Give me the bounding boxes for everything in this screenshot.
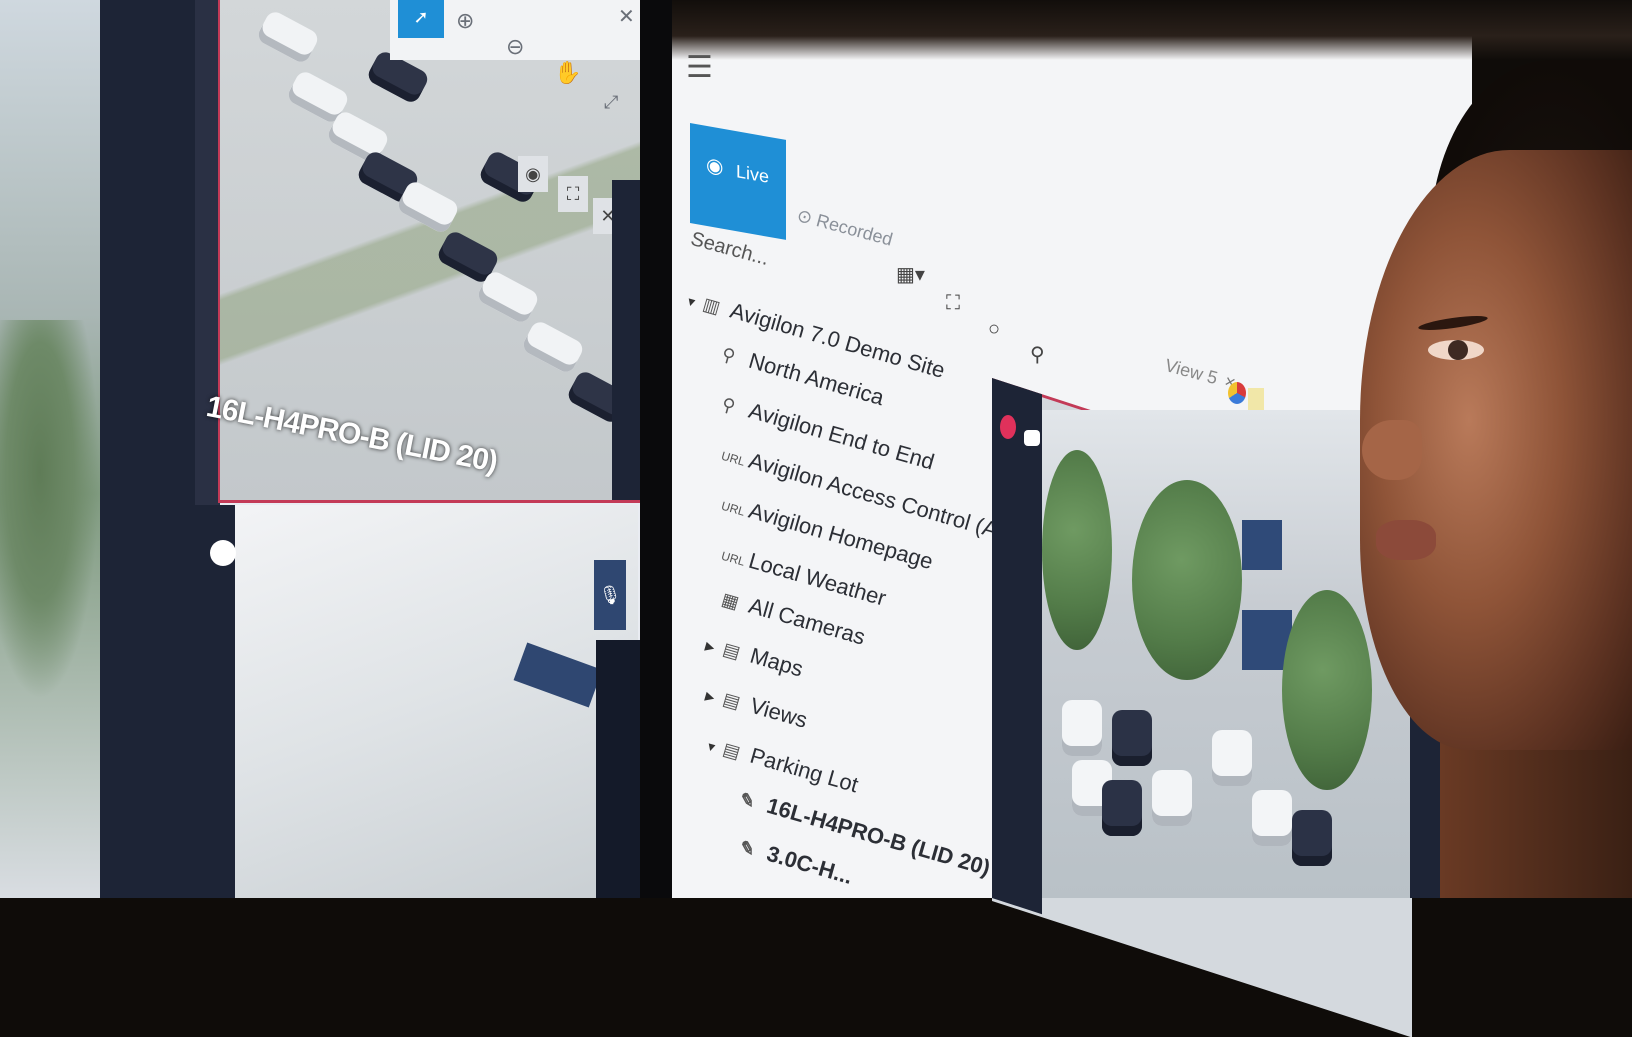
- url-icon: URL: [719, 498, 747, 519]
- operator-nose: [1362, 420, 1422, 480]
- camera-icon[interactable]: [1024, 430, 1040, 446]
- caret-right-icon[interactable]: ▶: [704, 639, 721, 656]
- camera-tile-controls: ◉ ⛶ ✕: [478, 118, 628, 238]
- video-tile-rail: [612, 180, 642, 500]
- caret-down-icon[interactable]: ▼: [684, 294, 701, 311]
- pan-hand-icon[interactable]: ✋: [554, 60, 581, 86]
- grid-icon: ▦: [719, 588, 742, 613]
- site-icon: ▥: [700, 293, 723, 318]
- room-background: [672, 0, 1632, 60]
- microphone-icon[interactable]: 🎙: [594, 560, 626, 630]
- circle-icon[interactable]: ○: [988, 318, 1000, 341]
- layout-grid-icon[interactable]: ▦▾: [896, 262, 925, 287]
- snapshot-icon[interactable]: ◉: [518, 156, 548, 192]
- location-pin-icon: ⚲: [719, 393, 738, 417]
- video-tile-rail: [596, 640, 642, 898]
- select-icon[interactable]: ➚: [398, 0, 444, 38]
- record-indicator: [210, 540, 236, 566]
- fullscreen-icon[interactable]: ⤢: [604, 92, 618, 113]
- zoom-out-icon[interactable]: ⊖: [506, 34, 524, 60]
- camera-feed-street[interactable]: [218, 505, 638, 898]
- video-tile-rail: [100, 0, 195, 898]
- camera-icon: ✎: [737, 836, 758, 861]
- folder-icon: ▤: [720, 688, 743, 713]
- folder-icon: ▤: [720, 638, 743, 663]
- video-tile-rail: [992, 378, 1042, 915]
- hamburger-menu-icon[interactable]: ☰: [686, 48, 716, 88]
- caret-down-icon[interactable]: ▼: [704, 739, 721, 756]
- fullscreen-icon[interactable]: ⛶: [946, 292, 960, 315]
- tab-live[interactable]: ◉ Live: [690, 123, 786, 240]
- folder-icon: ▤: [720, 738, 743, 763]
- caret-right-icon[interactable]: ▶: [704, 689, 721, 706]
- zoom-in-icon[interactable]: ⊕: [456, 8, 474, 34]
- user-icon[interactable]: ⚲: [1030, 342, 1045, 367]
- eye-icon: ◉: [706, 153, 724, 179]
- close-icon[interactable]: ✕: [618, 4, 635, 29]
- tab-live-label: Live: [736, 161, 770, 187]
- operator-iris: [1448, 340, 1468, 360]
- url-icon: URL: [719, 448, 747, 469]
- expand-icon[interactable]: ⛶: [558, 176, 588, 212]
- browser-icon[interactable]: [1228, 382, 1246, 404]
- camera-icon: ✎: [737, 788, 758, 813]
- location-pin-icon: ⚲: [719, 343, 738, 367]
- url-icon: URL: [719, 548, 747, 569]
- camera-feed-campus[interactable]: [1042, 410, 1412, 898]
- operator-lips: [1376, 520, 1436, 560]
- record-indicator: [1000, 415, 1016, 439]
- camera-feed-building: [0, 0, 100, 898]
